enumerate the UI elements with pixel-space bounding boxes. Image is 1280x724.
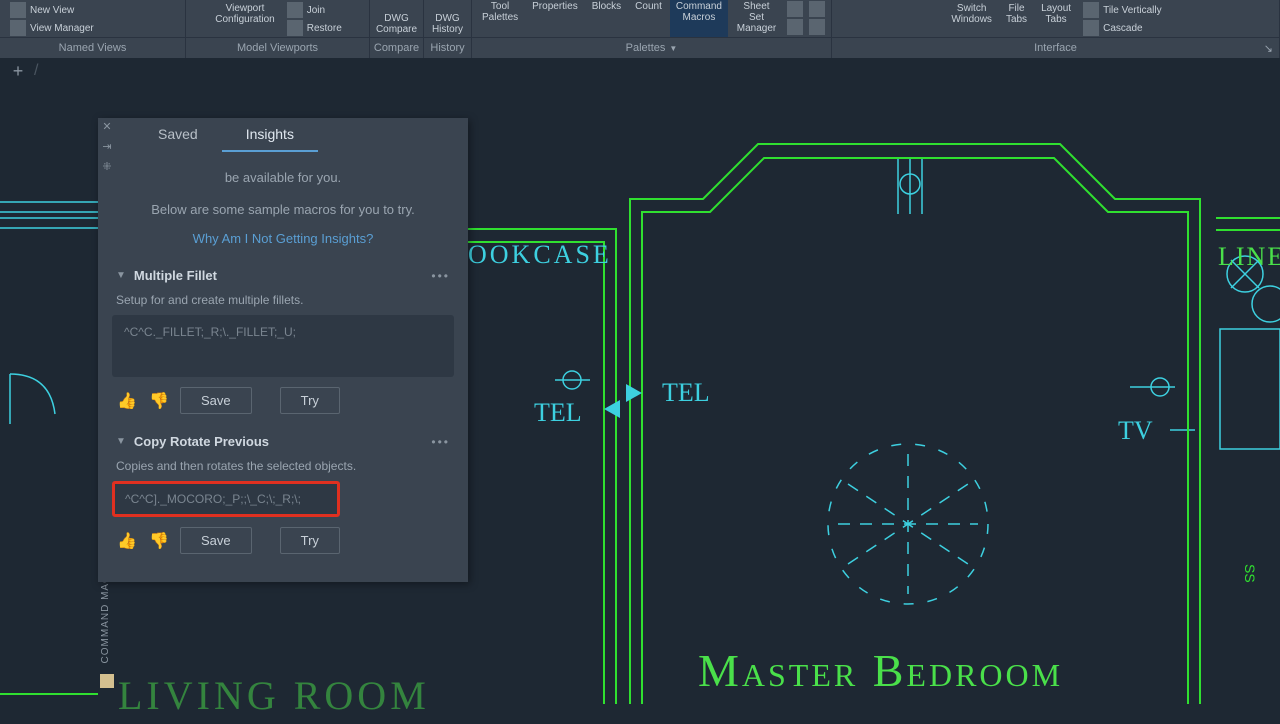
chevron-down-icon[interactable]: ▼ [116, 270, 126, 281]
restore-icon [287, 20, 303, 36]
macro-card-copy-rotate: ▼ Copy Rotate Previous ••• Copies and th… [112, 428, 454, 558]
viewport-config-button[interactable]: Viewport Configuration [209, 1, 280, 37]
panel-side-icon[interactable] [100, 674, 114, 688]
palette-icon-1[interactable] [787, 1, 803, 17]
chevron-down-icon[interactable]: ▼ [116, 436, 126, 447]
macro-menu-icon[interactable]: ••• [431, 435, 450, 449]
tab-saved[interactable]: Saved [134, 118, 222, 152]
panel-tabs: Saved Insights [134, 118, 468, 152]
save-button[interactable]: Save [180, 387, 252, 414]
join-icon [287, 2, 303, 18]
cascade-button[interactable]: Cascade [1079, 19, 1166, 37]
view-manager-button[interactable]: View Manager [6, 19, 98, 37]
panel-settings-icon[interactable]: ⁜ [100, 160, 114, 174]
ribbon-group-labels: Named Views Model Viewports Compare Hist… [0, 38, 1280, 58]
dwg-history-button[interactable]: DWG History [426, 11, 469, 37]
tile-vertically-button[interactable]: Tile Vertically [1079, 1, 1166, 19]
command-macros-button[interactable]: Command Macros [670, 0, 728, 37]
macro-menu-icon[interactable]: ••• [431, 269, 450, 283]
thumbs-down-icon[interactable]: 👎 [148, 530, 170, 552]
palettes-expand-icon[interactable]: ▼ [669, 44, 677, 53]
ribbon: New View View Manager Viewport Configura… [0, 0, 1280, 38]
file-tabs-button[interactable]: File Tabs [1000, 1, 1033, 37]
restore-button[interactable]: Restore [283, 19, 346, 37]
switch-windows-button[interactable]: Switch Windows [945, 1, 998, 37]
command-macros-panel: Saved Insights be available for you. Bel… [98, 118, 468, 582]
palette-icon-4[interactable] [809, 19, 825, 35]
sheet-set-button[interactable]: Sheet Set Manager [730, 0, 783, 37]
try-button[interactable]: Try [280, 387, 340, 414]
insights-help-link[interactable]: Why Am I Not Getting Insights? [112, 231, 454, 246]
macro-title: Multiple Fillet [134, 268, 431, 283]
thumbs-up-icon[interactable]: 👍 [116, 530, 138, 552]
macro-code-block[interactable]: ^C^C._FILLET;_R;\._FILLET;_U; [112, 315, 454, 377]
panel-dock-icon[interactable]: ⇥ [100, 140, 114, 154]
macro-card-multiple-fillet: ▼ Multiple Fillet ••• Setup for and crea… [112, 262, 454, 418]
new-view-button[interactable]: New View [6, 1, 78, 19]
panel-close-icon[interactable]: ✕ [100, 120, 114, 134]
thumbs-up-icon[interactable]: 👍 [116, 390, 138, 412]
macro-description: Setup for and create multiple fillets. [112, 289, 454, 315]
thumbs-down-icon[interactable]: 👎 [148, 390, 170, 412]
macro-title: Copy Rotate Previous [134, 434, 431, 449]
join-button[interactable]: Join [283, 1, 346, 19]
tool-palettes-button[interactable]: Tool Palettes [476, 0, 524, 37]
new-view-icon [10, 2, 26, 18]
properties-button[interactable]: Properties [526, 0, 584, 37]
macro-code-block-highlighted[interactable]: ^C^C]._MOCORO;_P;;\_C;\;_R;\; [112, 481, 340, 517]
tab-insights[interactable]: Insights [222, 118, 318, 152]
intro-text-2: Below are some sample macros for you to … [120, 200, 446, 220]
palette-icon-2[interactable] [787, 19, 803, 35]
macro-description: Copies and then rotates the selected obj… [112, 455, 454, 481]
document-tabbar: + / [0, 58, 1280, 84]
layout-tabs-button[interactable]: Layout Tabs [1035, 1, 1077, 37]
try-button[interactable]: Try [280, 527, 340, 554]
blocks-button[interactable]: Blocks [586, 0, 627, 37]
count-button[interactable]: Count [629, 0, 668, 37]
panel-window-controls: ✕ ⇥ ⁜ [100, 120, 114, 174]
palette-icon-3[interactable] [809, 1, 825, 17]
intro-text-1: be available for you. [120, 168, 446, 188]
tab-separator: / [34, 62, 38, 80]
svg-text:SS: SS [1242, 564, 1258, 583]
interface-expand-icon[interactable]: ↘ [1264, 42, 1273, 55]
cascade-icon [1083, 20, 1099, 36]
save-button[interactable]: Save [180, 527, 252, 554]
view-manager-icon [10, 20, 26, 36]
new-tab-button[interactable]: + [8, 61, 28, 81]
tile-v-icon [1083, 2, 1099, 18]
dwg-compare-button[interactable]: DWG Compare [370, 11, 423, 37]
